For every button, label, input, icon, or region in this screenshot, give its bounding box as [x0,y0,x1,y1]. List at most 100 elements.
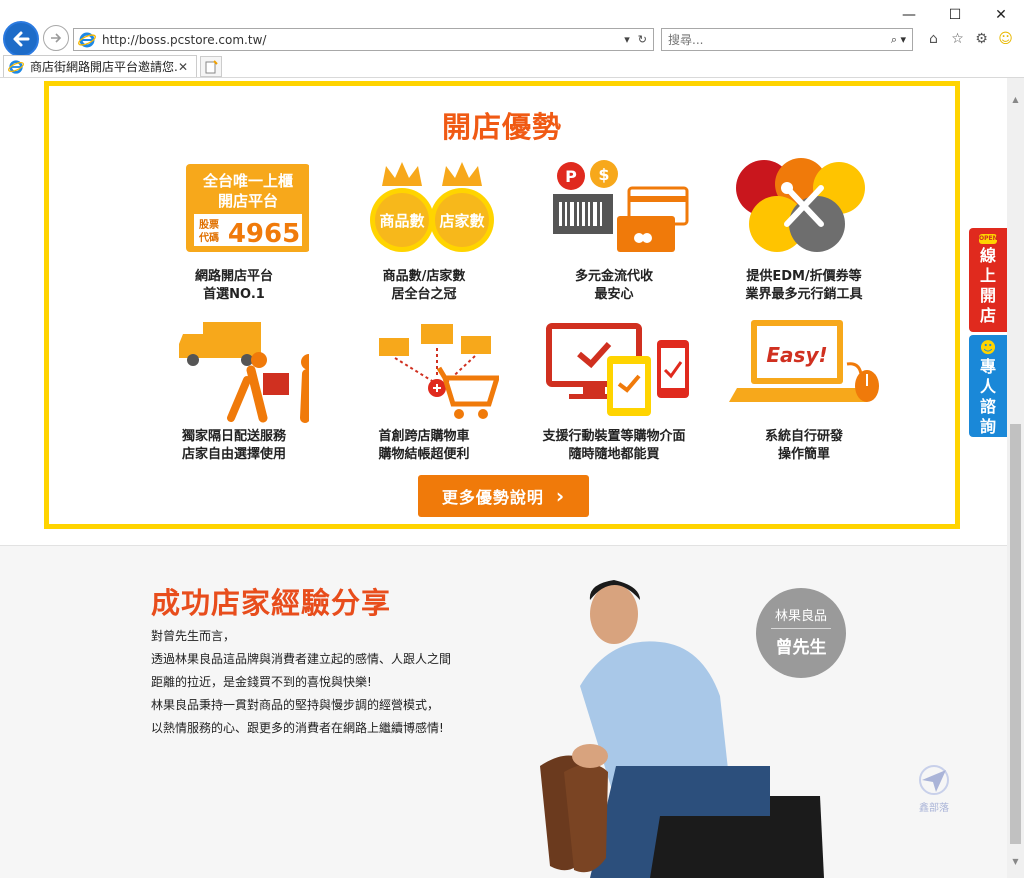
search-input[interactable] [668,32,891,47]
feature-label-line1: 多元金流代收 [574,269,653,284]
ask-tab-char: 詢 [979,417,996,436]
refresh-icon[interactable]: ↻ [638,33,647,46]
forward-button[interactable] [43,25,69,51]
crown-left-text: 商品數 [379,212,424,230]
advantages-section: 開店優勢 全台唯一上櫃 開店平台 股票 代碼 4965 網路開店平台 首選NO.… [44,81,960,529]
payment-methods-icon: P $ [553,160,689,252]
favorites-star-icon[interactable]: ☆ [948,29,967,48]
address-bar[interactable]: http://boss.pcstore.com.tw/ ▾ ↻ [73,28,654,51]
badge-line1: 全台唯一上櫃 [202,172,293,190]
feature-self-developed: Easy! 系統自行研發 操作簡單 [709,318,899,464]
back-arrow-icon [13,31,30,47]
back-button[interactable] [3,21,39,57]
story-text: 對曾先生而言， 透過林果良品這品牌與消費者建立起的感情、人跟人之間 距離的拉近，… [151,625,451,740]
advantages-title: 開店優勢 [441,110,562,144]
feature-label-line1: 首創跨店購物車 [378,429,470,444]
person-badge: 林果良品 曾先生 [756,588,846,678]
ask-tab-char: 人 [979,377,996,396]
svg-text:P: P [565,167,577,186]
window-controls: — ☐ ✕ [886,0,1024,30]
feature-label-line2: 居全台之冠 [391,287,457,302]
success-story-section: 成功店家經驗分享 對曾先生而言， 透過林果良品這品牌與消費者建立起的感情、人跟人… [0,546,1007,878]
multi-device-icon [546,323,689,416]
vertical-scrollbar[interactable]: ▲ ▼ [1007,78,1024,878]
story-title: 成功店家經驗分享 [151,586,392,620]
feature-label-line2: 購物結帳超便利 [378,447,470,462]
person-name: 曾先生 [775,638,827,658]
ask-tab-char: 專 [979,357,996,376]
story-line: 透過林果良品這品牌與消費者建立起的感情、人跟人之間 [151,652,452,666]
minimize-button[interactable]: — [886,0,932,30]
badge-divider [771,628,831,629]
smiley-feedback-icon[interactable]: ☺ [996,29,1015,48]
open-tab-char: 上 [979,266,996,285]
badge-stock-code: 4965 [228,219,300,249]
feature-label-line2: 首選NO.1 [203,287,265,302]
more-button-label: 更多優勢說明 [441,488,544,507]
crown-coins-icon: 商品數 店家數 [370,162,494,252]
listed-platform-badge-icon: 全台唯一上櫃 開店平台 股票 代碼 4965 [186,164,310,252]
marketing-tools-icon [736,158,865,252]
feature-next-day-delivery: 獨家隔日配送服務 店家自由選擇使用 [139,318,329,464]
delivery-truck-icon [179,322,317,423]
story-line: 距離的拉近，是金錢買不到的喜悅與快樂! [151,675,372,689]
story-line: 林果良品秉持一貫對商品的堅持與慢步調的經營模式， [151,698,440,712]
feature-marketing-tools: 提供EDM/折價券等 業界最多元行銷工具 [709,158,899,304]
close-button[interactable]: ✕ [978,0,1024,30]
feature-most-products: 商品數 店家數 商品數/店家數 居全台之冠 [329,158,519,304]
tab-close-icon[interactable]: ✕ [178,60,192,74]
url-text[interactable]: http://boss.pcstore.com.tw/ [102,33,624,47]
browser-chrome: — ☐ ✕ http://boss.pcstore.com.tw/ ▾ ↻ ⌕ … [0,0,1024,78]
feature-label-line2: 隨時隨地都能買 [568,447,660,462]
page-viewport: 開店優勢 全台唯一上櫃 開店平台 股票 代碼 4965 網路開店平台 首選NO.… [0,78,1007,878]
watermark-text: 鑫部落 [919,803,949,814]
feature-label-line2: 操作簡單 [777,447,830,462]
settings-gear-icon[interactable]: ⚙ [972,29,991,48]
open-tab-char: 店 [979,306,996,325]
easy-laptop-icon: Easy! [729,320,879,402]
feature-label-line1: 網路開店平台 [194,269,273,284]
search-icon[interactable]: ⌕ ▾ [891,33,906,47]
tab-ie-icon [8,59,24,74]
ask-tab-char: 諮 [979,397,996,416]
scroll-down-icon[interactable]: ▼ [1011,856,1020,866]
feature-label-line1: 獨家隔日配送服務 [181,429,286,444]
feature-label-line1: 系統自行研發 [764,429,843,444]
watermark-logo: 鑫部落 [912,764,956,814]
feature-cross-store-cart: 首創跨店購物車 購物結帳超便利 [329,318,519,464]
feature-label-line2: 業界最多元行銷工具 [745,287,863,302]
open-sign-icon: OPEN [979,234,998,244]
paper-plane-icon [919,765,949,795]
new-tab-icon [205,59,218,73]
more-advantages-button[interactable]: 更多優勢說明 › [418,475,589,517]
story-line: 對曾先生而言， [151,629,236,643]
home-icon[interactable]: ⌂ [924,29,943,48]
easy-text: Easy! [766,343,827,367]
scroll-thumb[interactable] [1010,424,1021,844]
maximize-button[interactable]: ☐ [932,0,978,30]
feature-payment: P $ 多元金流代收 最安心 [519,158,709,304]
feature-label-line2: 最安心 [594,287,634,302]
svg-text:$: $ [598,165,609,184]
browser-tab[interactable]: 商店街網路開店平台邀請您... ✕ [3,55,197,77]
forward-arrow-icon [51,33,62,43]
consultation-tab[interactable]: ☻ 專 人 諮 詢 [969,335,1007,437]
ie-icon [78,32,96,47]
badge-stock-2: 代碼 [198,231,219,244]
badge-stock-1: 股票 [199,219,219,231]
feature-label-line2: 店家自由選擇使用 [181,447,286,462]
online-store-open-tab[interactable]: OPEN 線 上 開 店 [969,228,1007,332]
crown-right-text: 店家數 [439,212,484,230]
tab-title: 商店街網路開店平台邀請您... [30,60,178,74]
shopping-cart-stores-icon [379,324,501,419]
feature-mobile-support: 支援行動裝置等購物介面 隨時隨地都能買 [519,318,709,464]
open-tab-char: 線 [979,246,996,265]
new-tab-button[interactable] [200,56,222,77]
search-bar[interactable]: ⌕ ▾ [661,28,913,51]
feature-label-line1: 支援行動裝置等購物介面 [542,429,686,444]
dropdown-icon[interactable]: ▾ [624,33,630,46]
scroll-up-icon[interactable]: ▲ [1011,94,1020,104]
feature-label-line1: 提供EDM/折價券等 [746,269,862,284]
toolbar-icons: ⌂ ☆ ⚙ ☺ [924,29,1015,48]
shop-name: 林果良品 [774,609,827,624]
